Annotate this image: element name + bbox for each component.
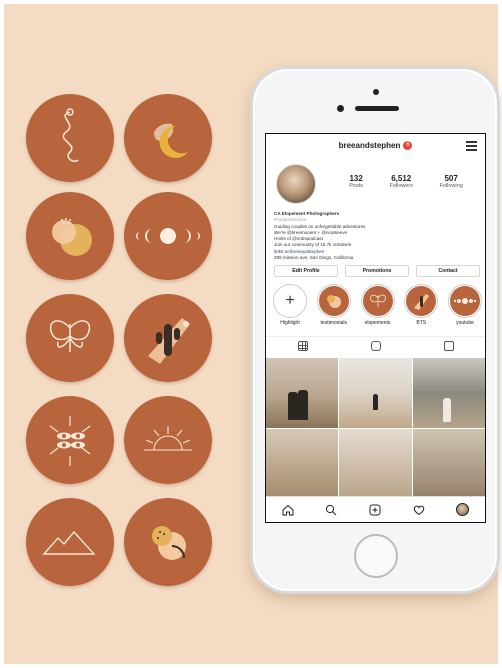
home-button[interactable] — [354, 534, 398, 578]
posts-label: Posts — [349, 183, 363, 189]
home-icon[interactable] — [282, 504, 294, 516]
profile-bio: CA Elopement Photographers Product/Servi… — [274, 211, 479, 261]
moon-phases-cover — [124, 192, 212, 280]
profile-avatar[interactable] — [276, 164, 316, 204]
following-stat[interactable]: 507 Following — [440, 174, 463, 189]
promotions-button[interactable]: Promotions — [345, 265, 409, 277]
highlight-youtube[interactable]: youtube — [445, 284, 485, 326]
bio-address: 285 mission ave, San Diego, California — [274, 255, 354, 261]
promo-background: breeandstephen 6 132 Posts 6,512 Followe… — [4, 4, 500, 664]
igtv-icon[interactable] — [370, 340, 381, 351]
plus-icon: + — [285, 292, 295, 309]
profile-avatar[interactable] — [456, 503, 470, 516]
post-thumbnail[interactable] — [412, 429, 485, 499]
post-thumbnail[interactable] — [339, 358, 412, 428]
contact-button[interactable]: Contact — [416, 265, 480, 277]
mountains-cover — [26, 498, 114, 586]
highlight-label: Highlight — [280, 320, 300, 326]
moon-cover — [124, 94, 212, 182]
eyes-cover — [26, 396, 114, 484]
tagged-icon[interactable] — [443, 340, 454, 351]
menu-icon[interactable] — [466, 141, 477, 153]
phone-mockup: breeandstephen 6 132 Posts 6,512 Followe… — [250, 66, 500, 594]
post-thumbnail[interactable] — [266, 429, 339, 499]
followers-label: Followers — [389, 183, 414, 189]
highlight-testimonials[interactable]: testimonials — [314, 284, 354, 326]
bottom-navigation — [266, 496, 485, 522]
snake-cover — [26, 94, 114, 182]
post-thumbnail[interactable] — [412, 358, 485, 428]
profile-tabs — [266, 336, 485, 354]
cactus-cover — [124, 294, 212, 382]
posts-stat[interactable]: 132 Posts — [349, 174, 363, 189]
highlight-label: testimonials — [320, 320, 347, 326]
butterfly-cover — [26, 294, 114, 382]
highlight-label: elopements — [364, 320, 391, 326]
posts-count: 132 — [349, 174, 363, 183]
grid-icon[interactable] — [297, 340, 308, 351]
profile-actions: Edit Profile Promotions Contact — [274, 265, 480, 277]
highlight-bts[interactable]: BTS — [401, 284, 441, 326]
search-icon[interactable] — [325, 504, 337, 516]
edit-profile-button[interactable]: Edit Profile — [274, 265, 338, 277]
username: breeandstephen — [338, 140, 401, 150]
add-post-icon[interactable] — [369, 504, 381, 516]
profile-header: breeandstephen 6 — [266, 134, 485, 156]
following-label: Following — [439, 183, 463, 189]
sunrise-cover — [124, 396, 212, 484]
earpiece-speaker — [355, 106, 399, 111]
notification-badge[interactable]: 6 — [403, 140, 413, 150]
instagram-profile-screen: breeandstephen 6 132 Posts 6,512 Followe… — [265, 133, 486, 523]
abstract-circles-cover — [26, 192, 114, 280]
following-count: 507 — [444, 174, 458, 183]
followers-count: 6,512 — [391, 174, 412, 183]
sensor — [337, 105, 344, 112]
terrazzo-cover — [124, 498, 212, 586]
front-camera — [373, 89, 379, 95]
post-thumbnail[interactable] — [266, 358, 339, 428]
post-grid — [266, 358, 485, 499]
story-highlights: + Highlight testimonials elopements BTS — [270, 284, 485, 326]
highlight-label: BTS — [416, 320, 427, 326]
highlight-label: youtube — [456, 320, 474, 326]
profile-stats: 132 Posts 6,512 Followers 507 Following — [336, 174, 476, 189]
highlight-new[interactable]: + Highlight — [270, 284, 310, 326]
followers-stat[interactable]: 6,512 Followers — [389, 174, 413, 189]
post-thumbnail[interactable] — [339, 429, 412, 499]
highlight-elopements[interactable]: elopements — [358, 284, 398, 326]
heart-icon[interactable] — [413, 504, 425, 516]
